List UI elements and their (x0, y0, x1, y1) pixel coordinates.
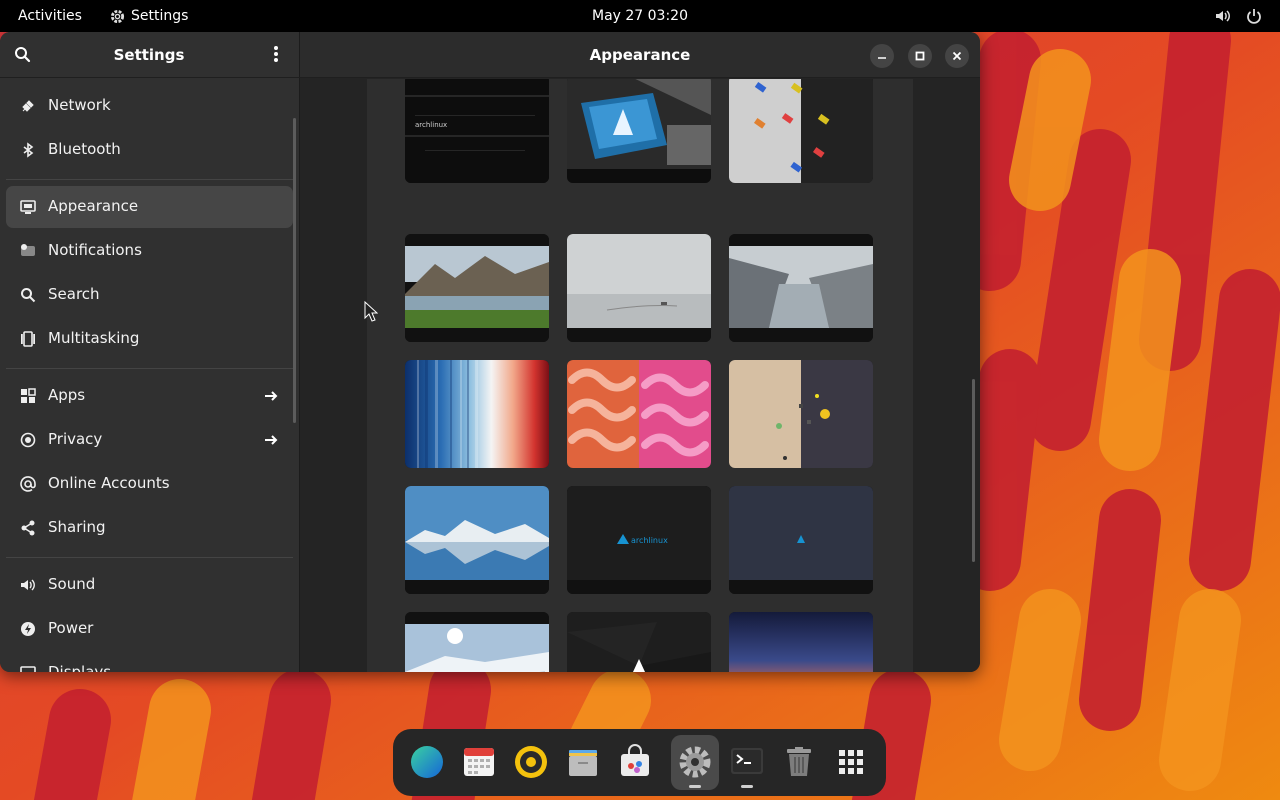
mouse-cursor-icon (364, 301, 378, 322)
wallpaper-logo-text: archlinux (415, 121, 447, 129)
wallpaper-thumbnail[interactable]: archlinux (405, 79, 549, 183)
maximize-button[interactable] (908, 44, 932, 68)
sidebar-item-power[interactable]: Power (6, 608, 293, 650)
sidebar-divider (6, 368, 293, 369)
running-indicator (689, 785, 701, 788)
top-bar: Activities Settings May 27 03:20 (0, 0, 1280, 32)
bluetooth-icon (23, 142, 34, 158)
sidebar-item-label: Network (48, 96, 111, 114)
clock[interactable]: May 27 03:20 (592, 8, 688, 24)
sidebar-item-label: Displays (48, 663, 112, 672)
sidebar-item-network[interactable]: Network (6, 85, 293, 127)
sidebar: Settings Network Bluetooth Appearance No… (0, 32, 300, 672)
app-menu-button[interactable]: Settings (110, 8, 188, 24)
trash-icon[interactable] (781, 744, 817, 780)
maximize-icon (915, 51, 925, 61)
sidebar-item-label: Online Accounts (48, 474, 170, 492)
sidebar-title: Settings (113, 46, 185, 64)
files-icon[interactable] (565, 744, 601, 780)
wallpaper-thumbnail[interactable]: archlinux (567, 486, 711, 594)
volume-icon[interactable] (1214, 7, 1232, 25)
sidebar-item-sound[interactable]: Sound (6, 564, 293, 606)
apps-icon (21, 388, 36, 403)
wallpaper-thumbnail[interactable] (405, 360, 549, 468)
sidebar-item-label: Appearance (48, 197, 139, 215)
sidebar-item-apps[interactable]: Apps (6, 375, 293, 417)
power-icon[interactable] (1245, 7, 1263, 25)
wallpaper-gallery: archlinux archlinux (367, 79, 913, 672)
wallpaper-thumbnail[interactable] (567, 234, 711, 342)
running-indicator (741, 785, 753, 788)
search-icon (21, 288, 36, 303)
wallpaper-thumbnail[interactable] (729, 612, 873, 672)
privacy-icon (20, 432, 36, 448)
software-icon[interactable] (617, 744, 653, 780)
terminal-icon[interactable] (729, 744, 765, 780)
minimize-button[interactable] (870, 44, 894, 68)
close-button[interactable] (945, 44, 969, 68)
app-name: Settings (131, 8, 189, 24)
sidebar-item-multitasking[interactable]: Multitasking (6, 318, 293, 360)
sidebar-item-label: Apps (48, 386, 86, 404)
dock (393, 729, 886, 796)
wallpaper-thumbnail[interactable] (729, 79, 873, 183)
sidebar-divider (6, 179, 293, 180)
sidebar-item-sharing[interactable]: Sharing (6, 507, 293, 549)
displays-icon (20, 666, 36, 672)
wallpaper-thumbnail[interactable] (405, 612, 549, 672)
kebab-menu-icon[interactable] (266, 44, 286, 64)
network-icon (22, 100, 34, 112)
gear-icon (110, 9, 125, 23)
arrow-right-icon (265, 435, 278, 445)
calendar-icon[interactable] (461, 744, 497, 780)
wallpaper-thumbnail[interactable] (567, 612, 711, 672)
minimize-icon (878, 57, 886, 59)
clock-container: May 27 03:20 (0, 8, 1280, 24)
sidebar-item-privacy[interactable]: Privacy (6, 419, 293, 461)
sidebar-item-bluetooth[interactable]: Bluetooth (6, 129, 293, 171)
sidebar-item-label: Bluetooth (48, 140, 121, 158)
wallpaper-thumbnail[interactable] (729, 234, 873, 342)
close-icon (952, 51, 962, 61)
sound-icon (21, 579, 35, 591)
rhythmbox-icon[interactable] (513, 744, 549, 780)
activities-button[interactable]: Activities (18, 8, 82, 24)
sidebar-item-label: Sound (48, 575, 96, 593)
sidebar-item-label: Power (48, 619, 94, 637)
content-header: Appearance (300, 32, 980, 78)
content-body: archlinux archlinux (300, 79, 980, 672)
wallpaper-thumbnail[interactable] (405, 486, 549, 594)
sidebar-header: Settings (0, 32, 300, 78)
wallpaper-logo-text: archlinux (631, 536, 668, 545)
sidebar-item-label: Multitasking (48, 329, 140, 347)
app-grid-icon[interactable] (833, 744, 869, 780)
power-icon (21, 622, 35, 636)
sidebar-item-notifications[interactable]: Notifications (6, 230, 293, 272)
sidebar-item-label: Sharing (48, 518, 106, 536)
multitasking-icon (21, 331, 35, 347)
wallpaper-thumbnail[interactable] (405, 234, 549, 342)
sidebar-item-label: Privacy (48, 430, 103, 448)
notifications-icon (21, 244, 35, 256)
content-scrollbar[interactable] (972, 379, 975, 562)
sidebar-item-label: Notifications (48, 241, 142, 259)
sidebar-item-appearance[interactable]: Appearance (6, 186, 293, 228)
online-accounts-icon (20, 476, 36, 492)
wallpaper-thumbnail[interactable] (567, 360, 711, 468)
sharing-icon (21, 520, 35, 536)
sidebar-divider (6, 557, 293, 558)
web-browser-icon[interactable] (409, 744, 445, 780)
sidebar-item-online-accounts[interactable]: Online Accounts (6, 463, 293, 505)
arrow-right-icon (265, 391, 278, 401)
sidebar-item-displays[interactable]: Displays (6, 652, 293, 672)
sidebar-item-label: Search (48, 285, 100, 303)
appearance-icon (20, 200, 36, 214)
sidebar-item-search[interactable]: Search (6, 274, 293, 316)
settings-window: Settings Network Bluetooth Appearance No… (0, 32, 980, 672)
wallpaper-thumbnail[interactable] (567, 79, 711, 183)
settings-icon[interactable] (677, 744, 713, 780)
sidebar-scrollbar[interactable] (293, 118, 296, 423)
wallpaper-thumbnail[interactable] (729, 486, 873, 594)
wallpaper-thumbnail[interactable] (729, 360, 873, 468)
